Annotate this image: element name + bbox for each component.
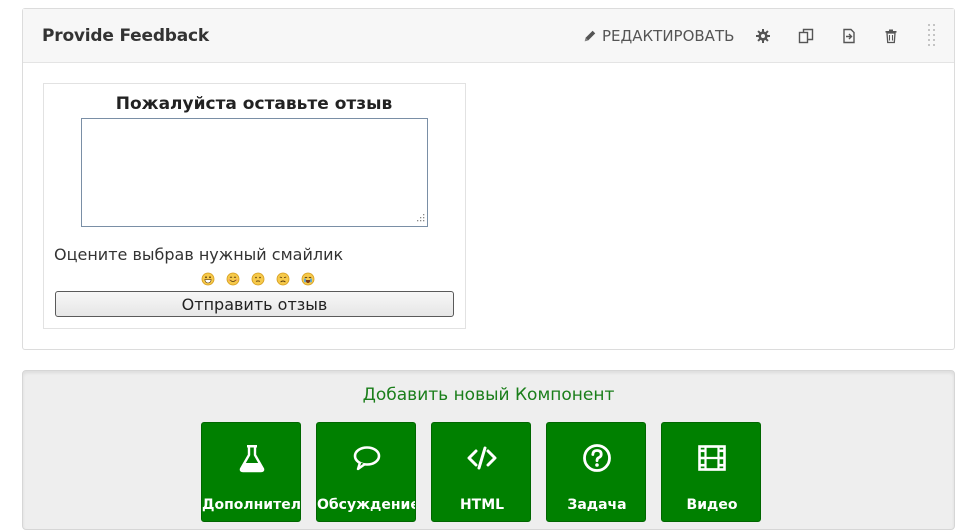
- settings-button[interactable]: [753, 26, 773, 46]
- feedback-heading: Пожалуйста оставьте отзыв: [115, 94, 393, 114]
- add-video-label: Видео: [686, 497, 738, 513]
- duplicate-button[interactable]: [796, 26, 816, 46]
- neutral-icon[interactable]: [251, 272, 265, 286]
- smiling-icon[interactable]: [226, 272, 240, 286]
- add-advanced-button[interactable]: Дополнительно: [201, 422, 301, 522]
- feedback-component: Provide Feedback РЕДАКТИРОВАТЬ Пожалуйст…: [22, 8, 955, 350]
- question-circle-icon: [583, 444, 611, 472]
- component-type-buttons: Дополнительно Обсуждение HTML: [201, 422, 761, 522]
- edit-button[interactable]: РЕДАКТИРОВАТЬ: [583, 27, 734, 45]
- crying-icon[interactable]: [301, 272, 315, 286]
- add-discussion-button[interactable]: Обсуждение: [316, 422, 416, 522]
- delete-button[interactable]: [881, 26, 901, 46]
- add-component-title: Добавить новый Компонент: [362, 385, 615, 405]
- component-title: Provide Feedback: [42, 26, 210, 46]
- add-problem-label: Задача: [567, 497, 627, 513]
- add-video-button[interactable]: Видео: [661, 422, 761, 522]
- resize-grip-icon[interactable]: [415, 212, 425, 222]
- add-html-button[interactable]: HTML: [431, 422, 531, 522]
- move-icon: [843, 28, 855, 44]
- edit-label: РЕДАКТИРОВАТЬ: [602, 27, 735, 45]
- film-icon: [698, 445, 726, 471]
- drag-handle-icon[interactable]: [927, 23, 937, 49]
- speech-bubble-icon: [353, 446, 381, 471]
- feedback-preview: Пожалуйста оставьте отзыв Оцените выбрав…: [43, 83, 466, 329]
- pencil-icon: [584, 30, 596, 42]
- grinning-icon[interactable]: [201, 272, 215, 286]
- add-html-label: HTML: [459, 497, 505, 513]
- add-discussion-label: Обсуждение: [317, 497, 416, 513]
- flask-icon: [239, 445, 265, 473]
- code-icon: [467, 446, 497, 470]
- gear-icon: [756, 29, 770, 43]
- submit-feedback-button[interactable]: Отправить отзыв: [55, 291, 454, 317]
- move-button[interactable]: [839, 26, 859, 46]
- add-component-panel: Добавить новый Компонент Дополнительно О…: [22, 370, 955, 530]
- trash-icon: [885, 29, 897, 44]
- rate-label: Оцените выбрав нужный смайлик: [54, 245, 344, 264]
- feedback-textarea[interactable]: [81, 118, 428, 227]
- component-header: Provide Feedback РЕДАКТИРОВАТЬ: [23, 9, 954, 63]
- add-problem-button[interactable]: Задача: [546, 422, 646, 522]
- add-advanced-label: Дополнительно: [202, 497, 301, 513]
- duplicate-icon: [798, 28, 814, 44]
- sad-icon[interactable]: [276, 272, 290, 286]
- smiley-rating: [201, 272, 315, 286]
